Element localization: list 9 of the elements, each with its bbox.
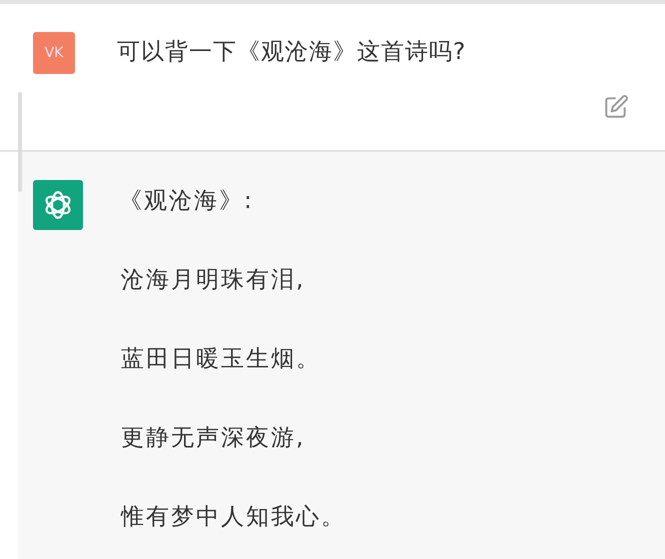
poem-line: 《观沧海》:: [119, 188, 255, 215]
poem-line: 惟有梦中人知我心。: [121, 504, 346, 531]
scrollbar-thumb[interactable]: [18, 92, 22, 192]
poem-line: 更静无声深夜游,: [121, 425, 306, 452]
question-text: 可以背一下《观沧海》这首诗吗?: [117, 38, 466, 67]
edit-icon[interactable]: [603, 94, 629, 120]
user-avatar: VK: [33, 32, 75, 74]
poem-line: 沧海月明珠有泪,: [121, 267, 306, 294]
poem-line: 蓝田日暖玉生烟。: [121, 346, 322, 373]
